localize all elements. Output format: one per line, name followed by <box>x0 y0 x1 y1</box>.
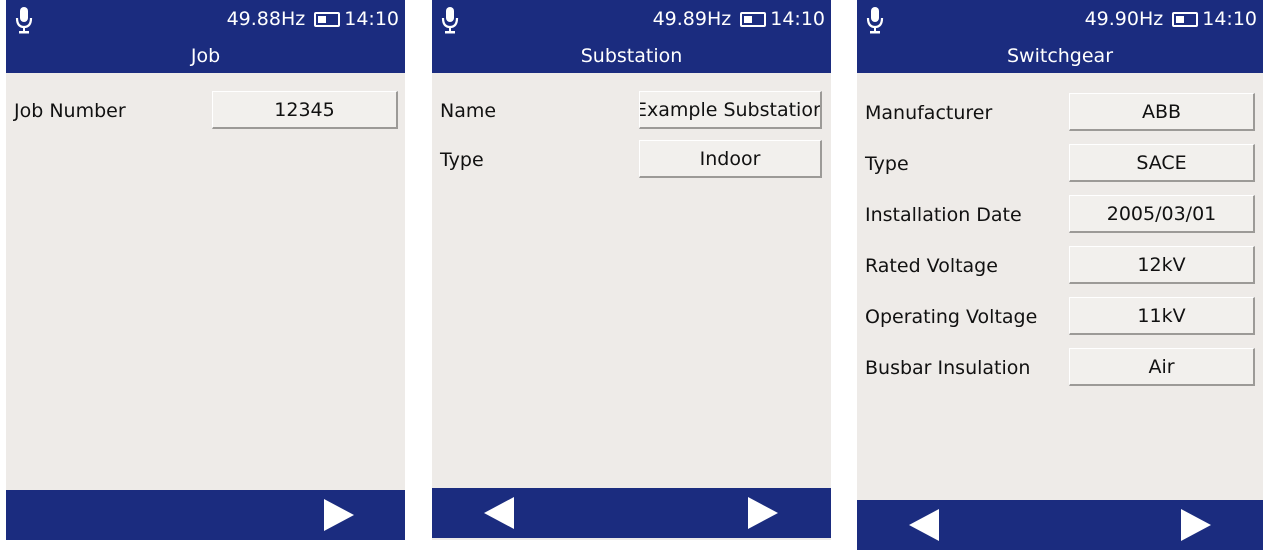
field-label: Rated Voltage <box>865 255 998 277</box>
rated-voltage-field[interactable]: 12kV <box>1069 246 1255 284</box>
field-row-type: Type SACE <box>857 144 1263 184</box>
name-field[interactable]: Example Substation <box>639 91 822 129</box>
field-row-rated-voltage: Rated Voltage 12kV <box>857 246 1263 286</box>
navigation-bar <box>857 500 1263 550</box>
field-row-installation-date: Installation Date 2005/03/01 <box>857 195 1263 235</box>
next-arrow-icon[interactable] <box>324 499 354 531</box>
header-bar: 49.88Hz 14:10 Job <box>6 0 405 73</box>
header-bar: 49.89Hz 14:10 Substation <box>432 0 831 73</box>
field-row-busbar-insulation: Busbar Insulation Air <box>857 348 1263 388</box>
type-field[interactable]: Indoor <box>639 140 822 178</box>
installation-date-field[interactable]: 2005/03/01 <box>1069 195 1255 233</box>
navigation-bar <box>432 488 831 538</box>
field-label: Manufacturer <box>865 102 993 124</box>
field-row-job-number: Job Number 12345 <box>6 91 405 131</box>
status-area: 49.90Hz 14:10 <box>1085 6 1257 32</box>
microphone-icon <box>866 7 884 34</box>
screen-title: Switchgear <box>1006 45 1114 67</box>
field-row-manufacturer: Manufacturer ABB <box>857 93 1263 133</box>
navigation-bar <box>6 490 405 540</box>
microphone-icon <box>15 7 33 34</box>
frequency-readout: 49.89Hz <box>652 8 732 30</box>
status-area: 49.89Hz 14:10 <box>653 6 825 32</box>
clock: 14:10 <box>770 8 825 30</box>
field-label: Type <box>865 153 909 175</box>
battery-icon <box>740 11 767 27</box>
switchgear-screen: 49.90Hz 14:10 Switchgear Manufacturer AB… <box>857 0 1263 550</box>
status-area: 49.88Hz 14:10 <box>227 6 399 32</box>
microphone-icon <box>441 7 459 34</box>
frequency-readout: 49.88Hz <box>226 8 306 30</box>
field-label: Busbar Insulation <box>865 357 1031 379</box>
manufacturer-field[interactable]: ABB <box>1069 93 1255 131</box>
screen-title: Job <box>190 45 221 67</box>
substation-screen: 49.89Hz 14:10 Substation Name Example Su… <box>432 0 831 540</box>
screen-title: Substation <box>580 45 683 67</box>
field-row-operating-voltage: Operating Voltage 11kV <box>857 297 1263 337</box>
job-number-field[interactable]: 12345 <box>212 91 398 129</box>
clock: 14:10 <box>344 8 399 30</box>
field-label: Name <box>440 100 497 122</box>
battery-icon <box>314 11 341 27</box>
back-arrow-icon[interactable] <box>909 509 939 541</box>
frequency-readout: 49.90Hz <box>1084 8 1164 30</box>
battery-icon <box>1172 11 1199 27</box>
clock: 14:10 <box>1202 8 1257 30</box>
field-label: Operating Voltage <box>865 306 1038 328</box>
field-label: Job Number <box>14 100 126 122</box>
field-label: Type <box>440 149 484 171</box>
back-arrow-icon[interactable] <box>484 497 514 529</box>
field-row-name: Name Example Substation <box>432 91 831 131</box>
job-screen: 49.88Hz 14:10 Job Job Number 12345 <box>6 0 405 540</box>
header-bar: 49.90Hz 14:10 Switchgear <box>857 0 1263 73</box>
field-label: Installation Date <box>865 204 1022 226</box>
next-arrow-icon[interactable] <box>748 497 778 529</box>
type-field[interactable]: SACE <box>1069 144 1255 182</box>
field-row-type: Type Indoor <box>432 140 831 180</box>
busbar-insulation-field[interactable]: Air <box>1069 348 1255 386</box>
operating-voltage-field[interactable]: 11kV <box>1069 297 1255 335</box>
next-arrow-icon[interactable] <box>1181 509 1211 541</box>
